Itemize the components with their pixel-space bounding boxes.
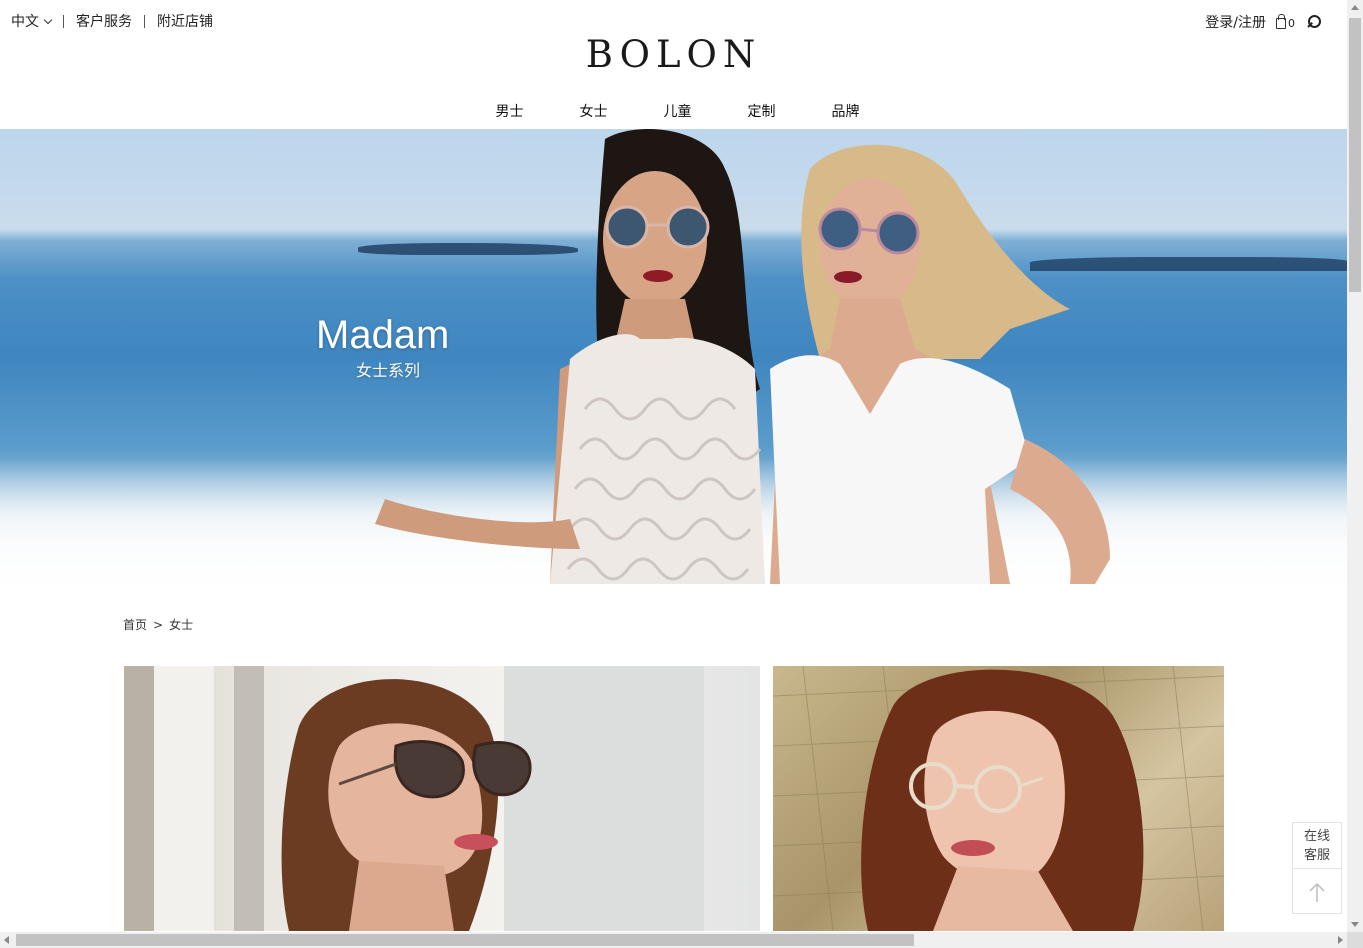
breadcrumb-current: 女士	[169, 618, 194, 632]
nav-item-kids[interactable]: 儿童	[664, 101, 692, 121]
language-selector[interactable]: 中文	[11, 11, 53, 31]
divider	[63, 14, 64, 28]
login-register-link[interactable]: 登录/注册	[1205, 12, 1266, 32]
nearby-stores-link[interactable]: 附近店铺	[157, 11, 213, 31]
scroll-left-arrow-icon[interactable]	[4, 936, 9, 944]
hero-title: Madam	[316, 313, 450, 357]
hero-subtitle: 女士系列	[355, 361, 420, 380]
nav-item-brand[interactable]: 品牌	[832, 101, 860, 121]
language-label: 中文	[11, 14, 39, 30]
sunglasses-model-image	[124, 666, 704, 931]
breadcrumb-home[interactable]: 首页	[123, 616, 147, 633]
arrow-up-icon	[1309, 882, 1325, 902]
cart-count: 0	[1288, 17, 1295, 30]
hero-banner[interactable]: Madam 女士系列	[0, 129, 1347, 584]
top-right-actions: 登录/注册 0	[1205, 12, 1321, 32]
horizontal-scrollbar[interactable]	[0, 932, 1347, 948]
scroll-down-arrow-icon[interactable]	[1351, 922, 1359, 927]
shopping-bag-icon	[1276, 14, 1286, 29]
nav-item-custom[interactable]: 定制	[748, 101, 776, 121]
online-service-button[interactable]: 在线 客服	[1293, 823, 1341, 869]
chevron-down-icon	[43, 15, 53, 24]
main-nav: 男士 女士 儿童 定制 品牌	[0, 101, 1347, 121]
nav-item-men[interactable]: 男士	[496, 101, 524, 121]
horizontal-scroll-thumb[interactable]	[16, 934, 914, 946]
scroll-up-arrow-icon[interactable]	[1351, 5, 1359, 10]
vertical-scrollbar[interactable]	[1347, 0, 1363, 932]
online-service-label-line1: 在线	[1303, 828, 1330, 844]
nav-item-women[interactable]: 女士	[580, 101, 608, 121]
floating-service-panel: 在线 客服	[1292, 822, 1342, 914]
optical-model-image	[773, 666, 1224, 931]
vertical-scroll-thumb[interactable]	[1349, 18, 1361, 292]
breadcrumb-separator: >	[153, 617, 164, 632]
search-icon[interactable]	[1307, 15, 1321, 29]
scrollbar-corner	[1347, 932, 1363, 948]
online-service-label-line2: 客服	[1303, 847, 1330, 863]
scroll-right-arrow-icon[interactable]	[1338, 936, 1343, 944]
breadcrumb: 首页 > 女士	[123, 616, 193, 633]
customer-service-link[interactable]: 客户服务	[76, 11, 132, 31]
shopping-bag-button[interactable]: 0	[1276, 14, 1295, 30]
brand-logo[interactable]: BOLON	[0, 33, 1347, 77]
top-left-links: 中文 客户服务 附近店铺	[11, 11, 213, 31]
collection-tile-optical[interactable]	[773, 666, 1224, 931]
back-to-top-button[interactable]	[1293, 869, 1341, 914]
divider	[144, 14, 145, 28]
collection-tile-sunglasses[interactable]	[124, 666, 760, 931]
